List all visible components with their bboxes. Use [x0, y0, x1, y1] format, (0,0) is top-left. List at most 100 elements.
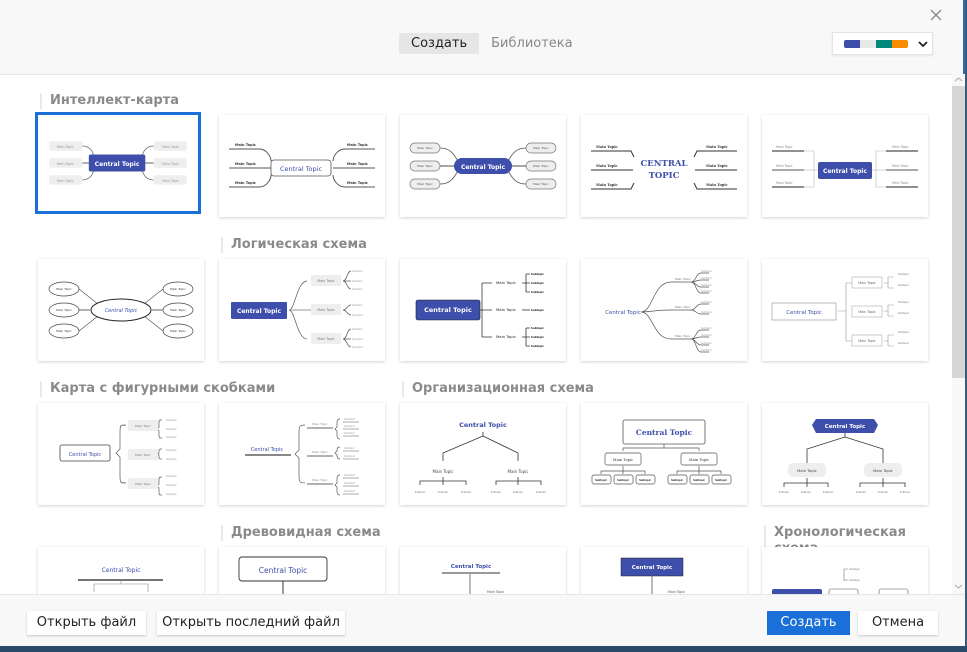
svg-text:Main Topic: Main Topic — [496, 334, 516, 339]
template-preview: Central Topic Main Topic Main Topic Main T… — [415, 272, 544, 348]
open-file-button[interactable]: Открыть файл — [27, 611, 146, 635]
svg-text:Main Topic: Main Topic — [170, 329, 186, 333]
open-recent-file-button[interactable]: Открыть последний файл — [157, 611, 345, 635]
svg-text:Main Topic: Main Topic — [317, 279, 334, 283]
svg-text:Subtopic: Subtopic — [166, 474, 178, 478]
svg-text:Main Topic: Main Topic — [135, 482, 151, 486]
create-button[interactable]: Создать — [767, 611, 850, 635]
svg-text:Central Topic: Central Topic — [632, 565, 672, 571]
svg-text:Subtopic: Subtopic — [344, 446, 356, 450]
svg-text:Subtopic: Subtopic — [352, 269, 364, 273]
svg-text:Main Topic: Main Topic — [417, 182, 433, 186]
template-preview: Central Topic Main Topic Main Topic Main T… — [231, 269, 364, 349]
svg-text:Subtopic: Subtopic — [701, 333, 713, 337]
svg-text:Subtopic: Subtopic — [701, 269, 713, 273]
svg-text:Subtopic: Subtopic — [166, 492, 178, 496]
template-preview: CENTRAL TOPIC Main Topic Main Topic Main T… — [591, 145, 737, 190]
close-icon — [930, 9, 942, 21]
template-preview: Central Topic Main Topic Main Topic Main T… — [409, 142, 557, 190]
svg-text:Subtopic: Subtopic — [166, 435, 178, 439]
theme-color-dropdown[interactable] — [832, 32, 933, 55]
svg-text:Subtopic: Subtopic — [715, 479, 727, 482]
svg-text:Central Topic: Central Topic — [251, 447, 284, 453]
svg-text:Main Topic: Main Topic — [417, 164, 433, 168]
cancel-button[interactable]: Отмена — [858, 611, 938, 635]
svg-text:Subtopic: Subtopic — [898, 341, 910, 345]
template-card-tree-1[interactable]: Central Topic — [38, 547, 204, 594]
template-card-logic-2[interactable]: Central Topic Main Topic Main Topic Main T… — [400, 259, 566, 361]
svg-text:Subtopic: Subtopic — [898, 272, 910, 276]
svg-text:Subtopic: Subtopic — [352, 345, 364, 349]
template-card-logic-4[interactable]: Central Topic Main Topic Main Topic Main T… — [762, 259, 928, 361]
svg-text:Subtopic: Subtopic — [701, 348, 713, 352]
vertical-scrollbar[interactable] — [952, 74, 965, 594]
template-card-mindmap-6[interactable]: Central Topic Main Topic Main Topic Main T… — [38, 259, 204, 361]
svg-text:Subtopic: Subtopic — [536, 491, 547, 494]
tab-create[interactable]: Создать — [399, 33, 480, 54]
svg-text:Subtopic: Subtopic — [352, 327, 364, 331]
svg-text:Main Topic: Main Topic — [317, 308, 334, 312]
svg-text:Main Topic: Main Topic — [689, 458, 709, 462]
swatch-gray — [860, 39, 876, 48]
svg-text:Main Topic: Main Topic — [675, 277, 691, 281]
template-preview: Central Topic Main Topic Main Topic Subto… — [591, 419, 732, 485]
svg-text:Subtopic: Subtopic — [513, 491, 524, 494]
template-preview: Central Topic Main Topic — [620, 557, 685, 594]
svg-text:TOPIC: TOPIC — [649, 171, 680, 181]
svg-text:Main Topic: Main Topic — [596, 164, 618, 168]
svg-text:Subtopic: Subtopic — [531, 344, 544, 348]
scroll-up-icon[interactable] — [954, 75, 963, 84]
close-button[interactable] — [929, 7, 943, 21]
svg-text:Main Topic: Main Topic — [433, 469, 454, 474]
svg-text:Main Topic: Main Topic — [235, 143, 256, 147]
svg-text:Main Topic: Main Topic — [858, 310, 875, 314]
template-card-logic-1[interactable]: Central Topic Main Topic Main Topic Main T… — [219, 259, 385, 361]
template-card-org-1[interactable]: Central Topic Main Topic Main Topic Subto… — [400, 403, 566, 505]
section-title-tree-chart: Древовидная схема — [221, 525, 381, 541]
svg-text:Main Topic: Main Topic — [162, 179, 179, 183]
template-card-org-3[interactable]: Central Topic Main Topic Main Topic Subto… — [762, 403, 928, 505]
svg-text:Main Topic: Main Topic — [57, 179, 74, 183]
svg-text:Main Topic: Main Topic — [533, 164, 549, 168]
template-preview: Central Topic Main Topic Main Topic Main T… — [49, 141, 187, 185]
tab-library[interactable]: Библиотека — [479, 33, 585, 54]
template-card-mindmap-5[interactable]: Central Topic Main Topic Main Topic Main T… — [762, 115, 928, 217]
svg-text:CENTRAL: CENTRAL — [641, 159, 688, 169]
template-card-brace-1[interactable]: Central Topic Main Topic Main Topic Main T… — [38, 403, 204, 505]
template-preview: Central Topic Main Topic Main Topic Subto… — [779, 419, 911, 494]
svg-text:Central Topic: Central Topic — [69, 452, 102, 458]
template-card-org-2[interactable]: Central Topic Main Topic Main Topic Subto… — [581, 403, 747, 505]
template-card-mindmap-3[interactable]: Central Topic Main Topic Main Topic Main T… — [400, 115, 566, 217]
svg-text:Subtopic: Subtopic — [693, 479, 705, 482]
template-card-mindmap-2[interactable]: Central Topic Main Topic Main Topic Main T… — [219, 115, 385, 217]
template-card-tree-3[interactable]: Central Topic Main Topic — [400, 547, 566, 594]
template-card-tree-4[interactable]: Central Topic Main Topic — [581, 547, 747, 594]
template-card-tree-2[interactable]: Central Topic — [219, 547, 385, 594]
svg-text:Central Topic: Central Topic — [424, 306, 472, 314]
svg-text:Main Topic: Main Topic — [858, 339, 875, 343]
template-card-logic-3[interactable]: Central Topic Main Topic Main Topic Main T… — [581, 259, 747, 361]
svg-text:Main Topic: Main Topic — [508, 469, 529, 474]
scrollbar-thumb[interactable] — [952, 86, 965, 378]
svg-text:Subtopic: Subtopic — [352, 337, 364, 341]
svg-text:Central Topic: Central Topic — [105, 308, 138, 314]
svg-text:Subtopic: Subtopic — [531, 290, 544, 294]
dialog-footer: Открыть файл Открыть последний файл Созд… — [0, 594, 965, 646]
template-card-timeline-1[interactable]: Subtopic Subtopic — [762, 547, 928, 594]
svg-text:Subtopic: Subtopic — [352, 303, 364, 307]
scroll-down-icon[interactable] — [954, 582, 963, 591]
svg-text:Main Topic: Main Topic — [417, 146, 433, 150]
svg-text:Subtopic: Subtopic — [531, 335, 544, 339]
central-topic-label: Central Topic — [95, 161, 140, 168]
svg-text:Subtopic: Subtopic — [898, 311, 910, 315]
svg-text:Subtopic: Subtopic — [166, 418, 178, 422]
svg-text:Subtopic: Subtopic — [344, 473, 356, 477]
svg-text:Main Topic: Main Topic — [347, 181, 368, 185]
template-card-mindmap-1[interactable]: Central Topic Main Topic Main Topic Main T… — [35, 112, 201, 214]
svg-text:Main Topic: Main Topic — [317, 337, 334, 341]
svg-text:Main Topic: Main Topic — [162, 162, 179, 166]
new-document-dialog: Создать Библиотека Интеллект-карта Логич… — [0, 0, 965, 646]
template-card-brace-2[interactable]: Central Topic Main Topic Main Topic Main T… — [219, 403, 385, 505]
svg-text:Subtopic: Subtopic — [849, 567, 861, 571]
template-card-mindmap-4[interactable]: CENTRAL TOPIC Main Topic Main Topic Main T… — [581, 115, 747, 217]
